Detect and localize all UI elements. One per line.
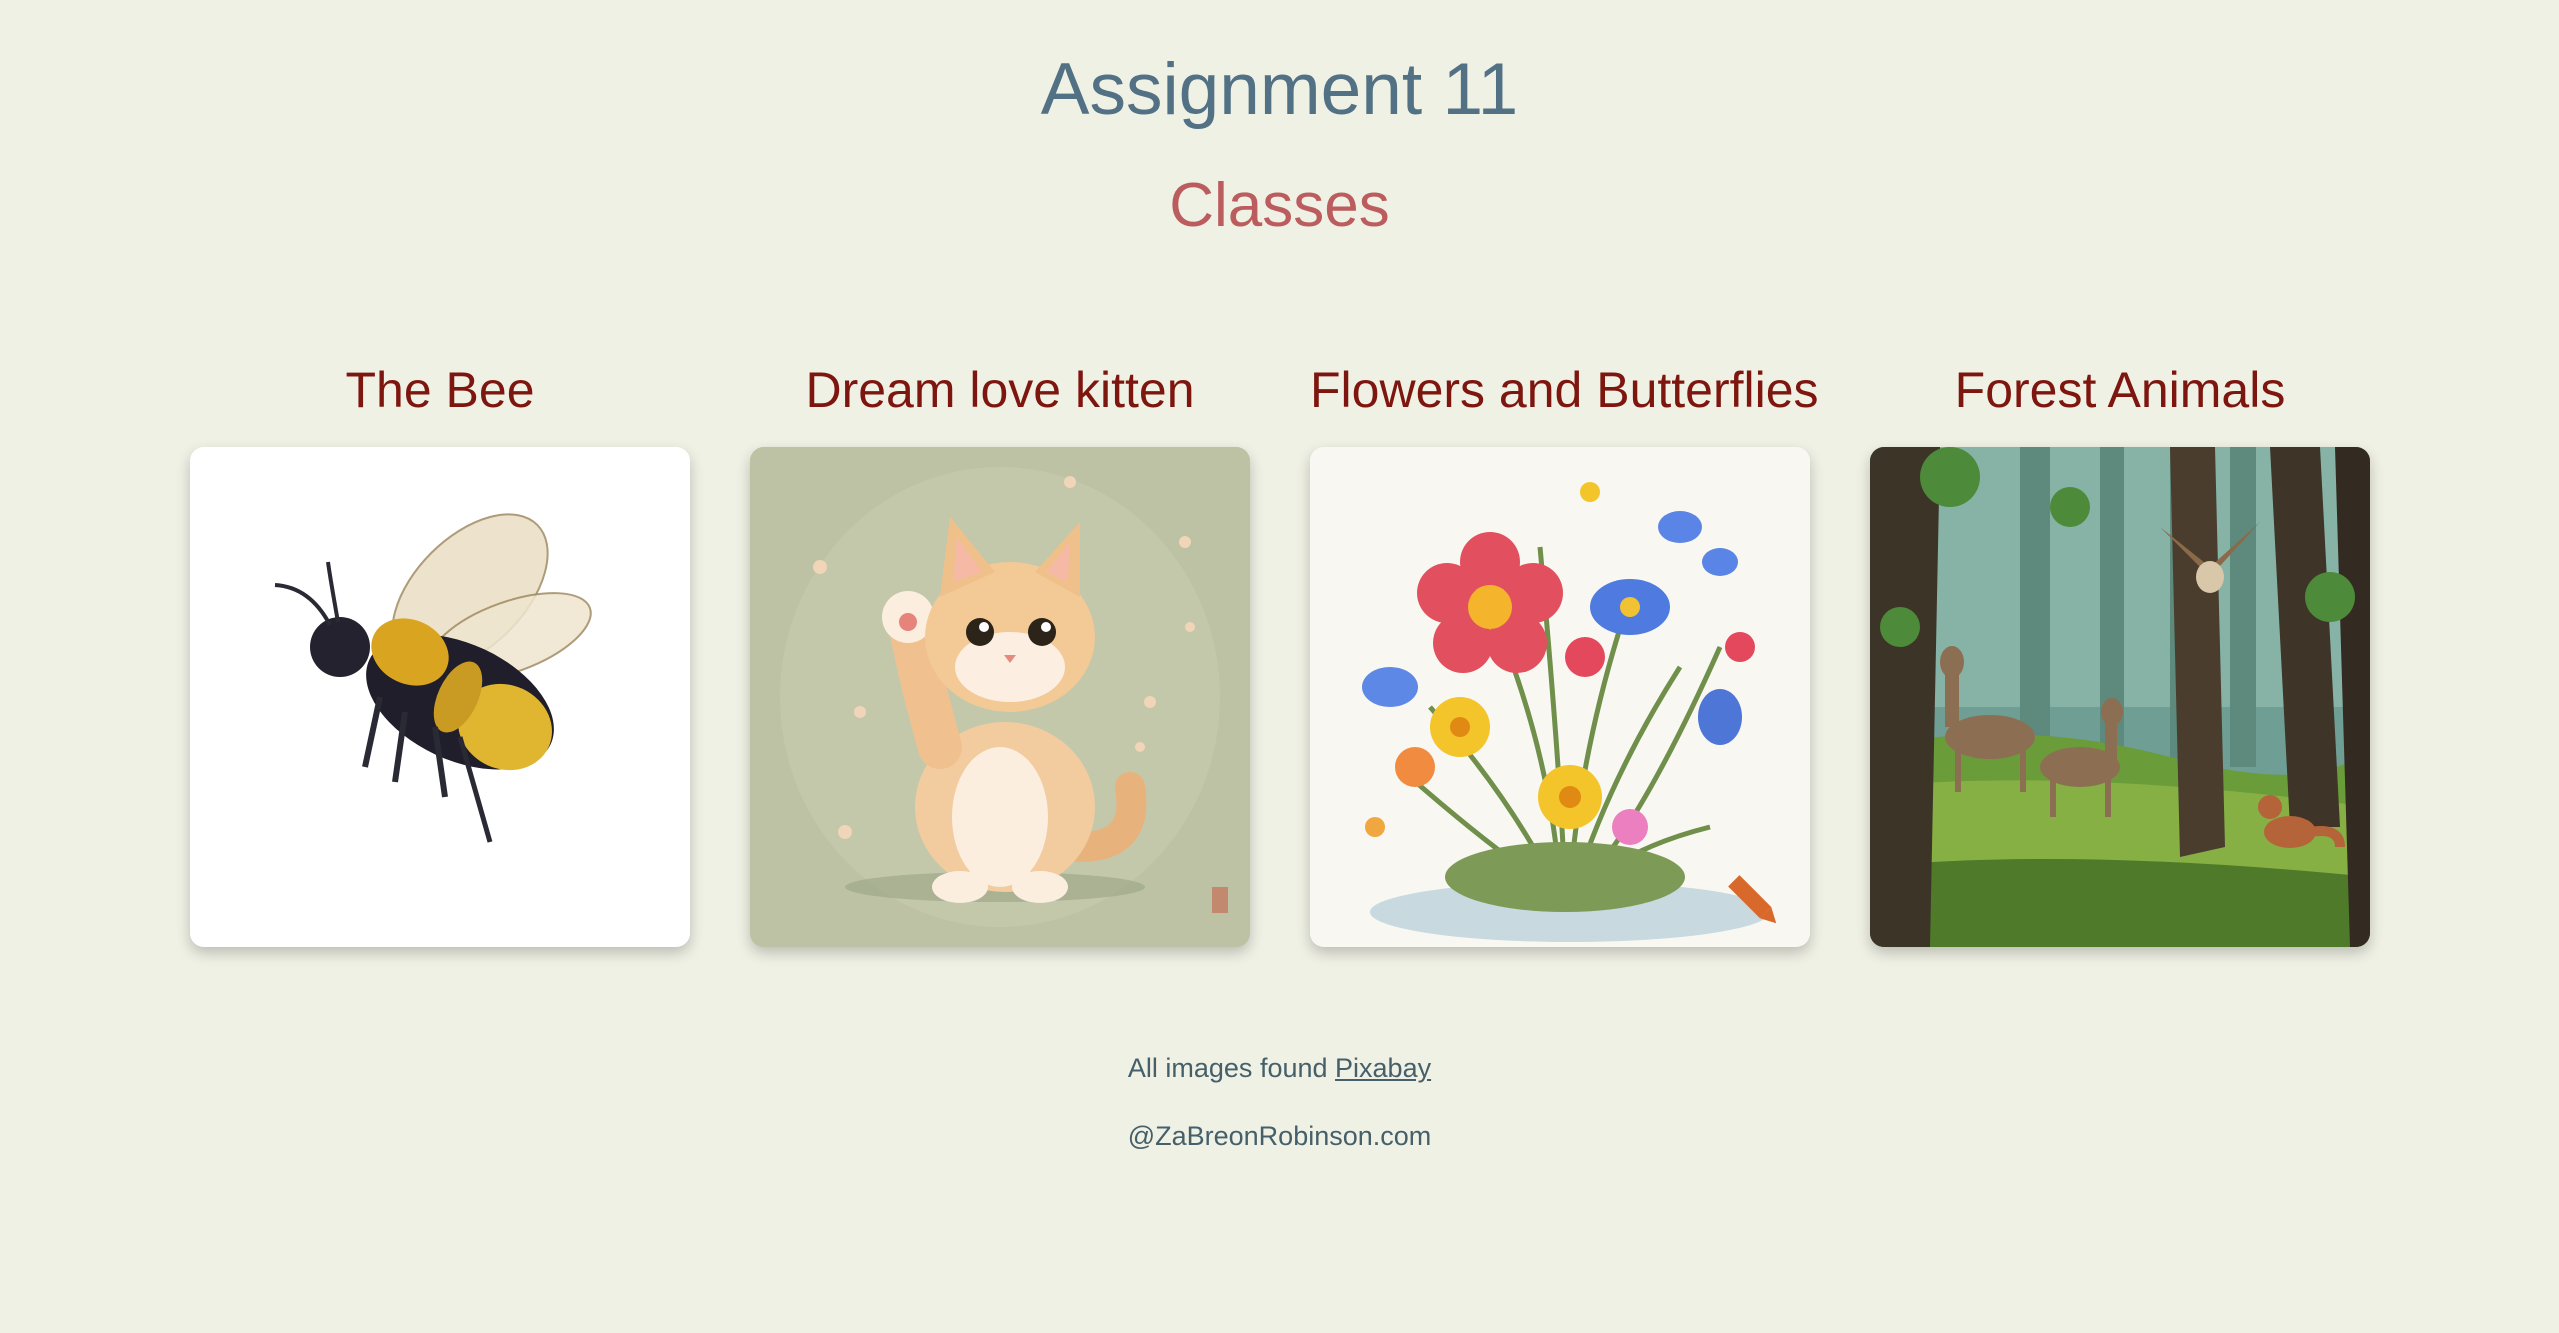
card-title: Dream love kitten — [805, 362, 1195, 418]
page-title: Assignment 11 — [1040, 49, 1519, 130]
page-subtitle: Classes — [1169, 171, 1390, 240]
card-title: Forest Animals — [1954, 362, 2286, 418]
card-title: The Bee — [345, 362, 535, 418]
image-source: All images found Pixabay — [0, 1048, 2559, 1088]
card-forest: Forest Animals — [1870, 355, 2370, 947]
card-title: Flowers and Butterflies — [1310, 362, 1819, 418]
flowers-image — [1310, 447, 1810, 947]
image-source-text: All images found — [1127, 1053, 1328, 1083]
forest-image — [1870, 447, 2370, 947]
card-flowers: Flowers and Butterflies — [1310, 355, 1819, 947]
kitten-image — [750, 447, 1250, 947]
page-footer: All images found Pixabay @ZaBreonRobinso… — [0, 1048, 2559, 1156]
bee-image — [190, 447, 690, 947]
card-bee: The Bee — [190, 355, 690, 947]
pixabay-link[interactable]: Pixabay — [1335, 1053, 1431, 1083]
site-credit: @ZaBreonRobinson.com — [1127, 1121, 1432, 1151]
card-kitten: Dream love kitten — [750, 355, 1250, 947]
card-gallery: The Bee Dream love kitten Flowers and Bu… — [0, 355, 2559, 955]
